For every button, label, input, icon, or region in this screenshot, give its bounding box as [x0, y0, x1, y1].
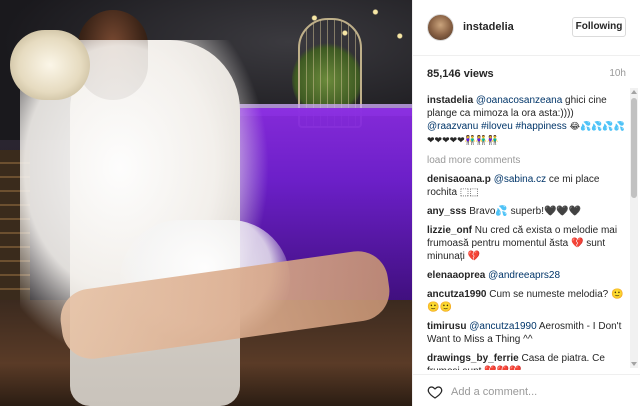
comment-item: timirusu @ancutza1990 Aerosmith - I Don'… [427, 320, 627, 346]
comment-mention[interactable]: @andreeaprs28 [488, 270, 560, 281]
caption-mention-2[interactable]: @raazvanu [427, 121, 478, 132]
dancer-woman-head [10, 30, 90, 100]
comment-item: elenaaoprea @andreeaprs28 [427, 269, 627, 282]
comment-username[interactable]: timirusu [427, 321, 466, 332]
post-header: instadelia Following [413, 0, 640, 56]
load-more-comments-link[interactable]: load more comments [427, 154, 627, 167]
comments-scrollbar[interactable] [630, 88, 638, 368]
comment-username[interactable]: drawings_by_ferrie [427, 353, 519, 364]
post-username[interactable]: instadelia [463, 21, 514, 33]
comment-text: Bravo💦 superb!🖤🖤🖤 [466, 206, 582, 217]
comment-mention[interactable]: @ancutza1990 [469, 321, 536, 332]
post-sidebar: instadelia Following 85,146 views 10h in… [413, 0, 640, 406]
caption-hashtags[interactable]: #iloveu #happiness [481, 121, 567, 132]
views-count[interactable]: 85,146 views [427, 68, 494, 80]
comments-list: instadelia @oanacosanzeana ghici cine pl… [427, 94, 627, 370]
comment-username[interactable]: denisaoana.p [427, 174, 491, 185]
comment-username[interactable]: lizzie_onf [427, 225, 472, 236]
comment-item: drawings_by_ferrie Casa de piatra. Ce fr… [427, 352, 627, 370]
following-button[interactable]: Following [572, 17, 626, 37]
add-comment-bar [413, 374, 640, 406]
heart-icon[interactable] [427, 384, 443, 400]
comment-item: lizzie_onf Nu cred că exista o melodie m… [427, 224, 627, 263]
post-time: 10h [609, 68, 626, 79]
scroll-up-icon[interactable] [631, 90, 637, 94]
scroll-down-icon[interactable] [631, 362, 637, 366]
comment-username[interactable]: ancutza1990 [427, 289, 486, 300]
avatar[interactable] [427, 14, 454, 41]
caption-username[interactable]: instadelia [427, 95, 473, 106]
comment-item: denisaoana.p @sabina.cz ce mi place roch… [427, 173, 627, 199]
comment-username[interactable]: elenaaoprea [427, 270, 485, 281]
add-comment-input[interactable] [451, 382, 621, 402]
scrollbar-thumb[interactable] [631, 98, 637, 198]
comment-mention[interactable]: @sabina.cz [494, 174, 546, 185]
comment-item: ancutza1990 Cum se numeste melodia? 🙂🙂🙂 [427, 288, 627, 314]
caption-mention[interactable]: @oanacosanzeana [476, 95, 562, 106]
caption: instadelia @oanacosanzeana ghici cine pl… [427, 94, 627, 148]
comment-item: any_sss Bravo💦 superb!🖤🖤🖤 [427, 205, 627, 218]
post-video[interactable] [0, 0, 412, 406]
comment-username[interactable]: any_sss [427, 206, 466, 217]
